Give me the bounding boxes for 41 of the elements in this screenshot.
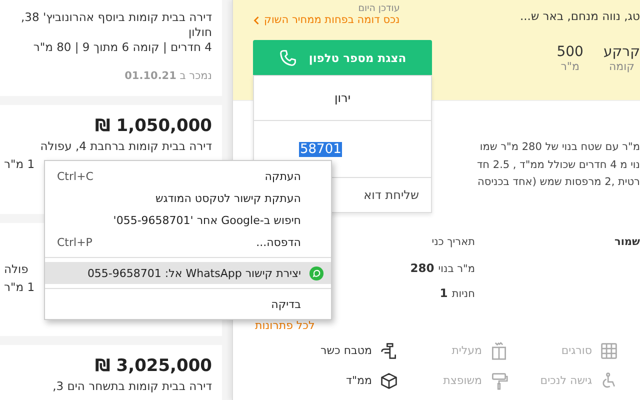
- chat-bubble-icon: [309, 266, 324, 280]
- menu-item[interactable]: יצירת קישור WhatsApp אל: 055-9658701: [45, 262, 331, 284]
- phone-number: 58701: [299, 142, 342, 156]
- chevron-icon: [253, 16, 260, 24]
- feature-item: משופצת: [398, 372, 508, 390]
- stat-value: קרקע: [603, 44, 640, 60]
- description-text: נוי מ 4 חדרים שכולל ממ"ד , 2.5 חד: [476, 158, 640, 172]
- description-text: רטית ,2 מרפסות שמש (אחד בכניסה: [478, 175, 640, 190]
- listing-text: 4 חדרים | קומה 6 מתוך 9 | 80 מ"ר: [32, 40, 212, 55]
- contact-name: ירון: [254, 76, 431, 121]
- wheelchair-icon: [600, 372, 618, 390]
- phone-icon: [278, 48, 297, 66]
- detail-text: תאריך כני: [430, 236, 475, 250]
- stat-label: קומה: [608, 60, 636, 73]
- stat-label: מ"ר: [560, 60, 580, 73]
- shortcut-text: Ctrl+P: [57, 236, 92, 248]
- description-text: מ"ר עם שטח בנוי של 280 מ"ר שמו: [480, 140, 640, 155]
- cube-icon: [380, 372, 398, 390]
- menu-item[interactable]: בדיקה: [45, 293, 331, 315]
- faucet-icon: [380, 342, 398, 360]
- door-icon: [490, 342, 508, 360]
- feature-item: סורגים: [508, 342, 618, 360]
- feature-item: גישה לנכים: [508, 372, 618, 390]
- stat-value: 500: [556, 44, 584, 60]
- listing-text: דירה בבית קומות בתשחר הים 3,: [52, 379, 212, 394]
- listing-text: פולה: [4, 262, 28, 277]
- listing-text: 1 מ"ר: [4, 157, 35, 172]
- address-text: טג, נווה מנחם, באר ש...: [520, 9, 640, 23]
- shortcut-text: Ctrl+C: [57, 170, 94, 182]
- listing-text: 1 מ"ר: [4, 280, 35, 295]
- listing-price: 1,050,000 ₪: [94, 119, 212, 134]
- detail-text: שמור: [614, 236, 640, 250]
- feature-item: מטבח כשר: [288, 342, 398, 360]
- listing-text: דירה בבית קומות ברחבת 4, עפולה: [39, 139, 212, 154]
- grid-icon: [600, 342, 618, 360]
- feature-item: מעלית: [398, 342, 508, 360]
- listing-price: 3,025,000 ₪: [94, 359, 212, 374]
- paint-roller-icon: [490, 372, 508, 390]
- feature-item: ממ"ד: [288, 372, 398, 390]
- updated-text: עודכן היום: [357, 3, 400, 14]
- listing-text: דירה בבית קומות ביוסף אהרונוביץ' 38, חולון: [20, 10, 212, 40]
